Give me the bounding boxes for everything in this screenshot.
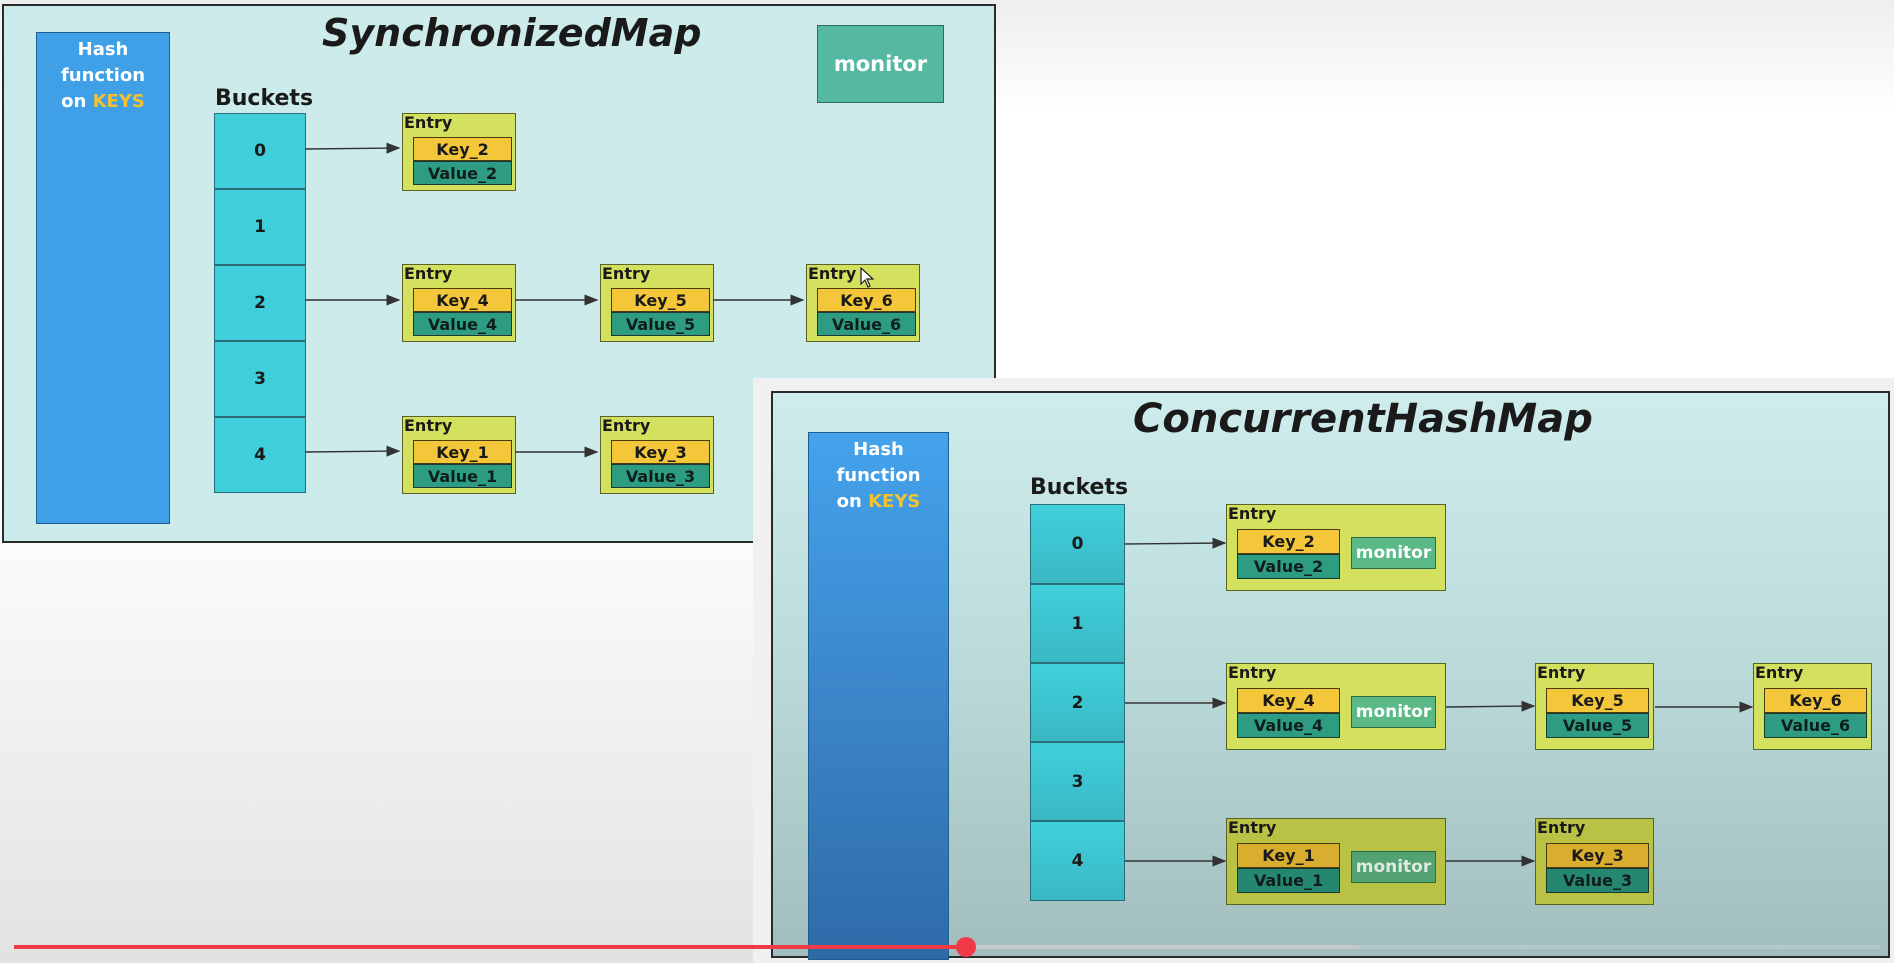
entry-key-1: Entry Key_1 Value_1 monitor: [1226, 818, 1446, 905]
hash-function-box: Hash function on KEYS: [36, 32, 170, 524]
entry-key-3: Entry Key_3 Value_3: [1535, 818, 1654, 905]
hash-on-text: on: [836, 491, 862, 512]
buckets-label: Buckets: [1030, 475, 1129, 500]
hash-function-keys-line: on KEYS: [809, 489, 948, 515]
bucket-1: 1: [1030, 584, 1125, 663]
bucket-0: 0: [1030, 504, 1125, 584]
buckets-label: Buckets: [215, 86, 314, 111]
hash-function-label: Hash function: [60, 39, 146, 86]
bucket-0: 0: [214, 113, 306, 189]
hash-keys-text: KEYS: [92, 91, 145, 112]
concurrent-hash-map-panel: ConcurrentHashMap Hash function on KEYS …: [771, 391, 1890, 960]
entry-monitor: monitor: [1351, 537, 1436, 569]
entry-value: Value_6: [1764, 713, 1867, 738]
entry-key: Key_3: [611, 440, 710, 464]
entry-key-3: Entry Key_3 Value_3: [600, 416, 714, 494]
entry-value: Value_4: [1237, 713, 1340, 738]
entry-key: Key_6: [817, 288, 916, 312]
entry-monitor: monitor: [1351, 851, 1436, 883]
video-progress-bar[interactable]: [14, 937, 1880, 957]
entry-label: Entry: [602, 416, 651, 435]
entry-key-2: Entry Key_2 Value_2 monitor: [1226, 504, 1446, 591]
entry-key-5: Entry Key_5 Value_5: [1535, 663, 1654, 750]
synchronized-map-title: SynchronizedMap: [322, 11, 702, 55]
entry-key: Key_3: [1546, 843, 1649, 868]
entry-label: Entry: [602, 264, 651, 283]
entry-value: Value_2: [413, 161, 512, 185]
bucket-3: 3: [1030, 742, 1125, 821]
entry-key-1: Entry Key_1 Value_1: [402, 416, 516, 494]
progress-scrubber-handle[interactable]: [955, 937, 976, 957]
entry-value: Value_3: [611, 464, 710, 488]
concurrent-hash-map-title: ConcurrentHashMap: [1133, 396, 1593, 442]
entry-key: Key_1: [1237, 843, 1340, 868]
entry-key-5: Entry Key_5 Value_5: [600, 264, 714, 342]
entry-monitor: monitor: [1351, 696, 1436, 728]
entry-key: Key_2: [413, 137, 512, 161]
entry-value: Value_5: [1546, 713, 1649, 738]
bucket-2: 2: [1030, 663, 1125, 742]
bucket-4: 4: [1030, 821, 1125, 901]
bucket-2: 2: [214, 265, 306, 341]
entry-label: Entry: [404, 113, 453, 132]
entry-key-4: Entry Key_4 Value_4: [402, 264, 516, 342]
entry-label: Entry: [404, 264, 453, 283]
entry-value: Value_3: [1546, 868, 1649, 893]
hash-function-box: Hash function on KEYS: [808, 432, 949, 960]
entry-key: Key_5: [611, 288, 710, 312]
entry-label: Entry: [1228, 504, 1277, 523]
progress-played: [14, 945, 966, 949]
entry-label: Entry: [1228, 663, 1277, 682]
mouse-cursor-icon: [860, 267, 875, 288]
entry-value: Value_2: [1237, 554, 1340, 579]
entry-label: Entry: [1228, 818, 1277, 837]
entry-value: Value_6: [817, 312, 916, 336]
entry-label: Entry: [1537, 818, 1586, 837]
hash-keys-text: KEYS: [868, 491, 921, 512]
entry-label: Entry: [808, 264, 857, 283]
entry-label: Entry: [1755, 663, 1804, 682]
entry-key-4: Entry Key_4 Value_4 monitor: [1226, 663, 1446, 750]
bucket-3: 3: [214, 341, 306, 417]
entry-value: Value_5: [611, 312, 710, 336]
entry-key: Key_4: [413, 288, 512, 312]
entry-value: Value_1: [1237, 868, 1340, 893]
entry-key: Key_2: [1237, 529, 1340, 554]
entry-label: Entry: [404, 416, 453, 435]
entry-key-6: Entry Key_6 Value_6: [1753, 663, 1872, 750]
entry-key: Key_4: [1237, 688, 1340, 713]
hash-function-keys-line: on KEYS: [37, 89, 169, 115]
entry-key-2: Entry Key_2 Value_2: [402, 113, 516, 191]
entry-key: Key_6: [1764, 688, 1867, 713]
hash-on-text: on: [61, 91, 87, 112]
entry-key: Key_5: [1546, 688, 1649, 713]
bucket-1: 1: [214, 189, 306, 265]
entry-value: Value_1: [413, 464, 512, 488]
entry-label: Entry: [1537, 663, 1586, 682]
bucket-4: 4: [214, 417, 306, 493]
hash-function-label: Hash function: [836, 439, 921, 486]
entry-value: Value_4: [413, 312, 512, 336]
global-monitor: monitor: [817, 25, 944, 103]
entry-key: Key_1: [413, 440, 512, 464]
